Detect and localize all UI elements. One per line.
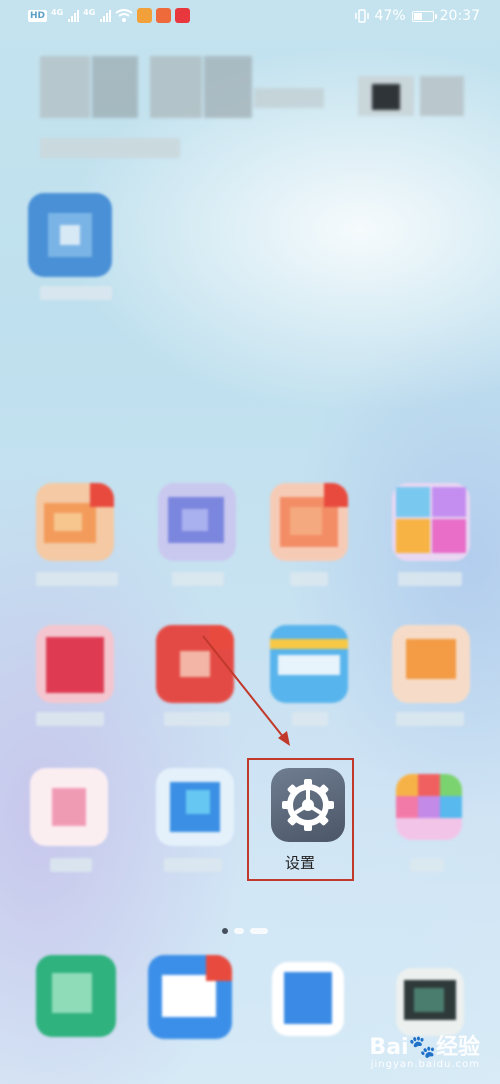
page-dot-active [222,928,228,934]
dock-messages-icon-pixelated[interactable] [148,955,232,1039]
dock-camera-icon-pixelated[interactable] [396,968,464,1036]
page-indicator[interactable] [222,928,268,934]
page-dot [234,928,244,934]
baidu-watermark: Bai🐾经验 jingyan.baidu.com [369,1029,480,1070]
paw-icon: 🐾 [408,1035,436,1060]
watermark-brand: Bai [369,1035,409,1060]
page-dot [250,928,268,934]
dock-browser-icon-pixelated[interactable] [272,962,344,1036]
dock-phone-icon-pixelated[interactable] [36,955,116,1037]
watermark-brand-suffix: 经验 [435,1035,480,1060]
watermark-url: jingyan.baidu.com [370,1059,480,1070]
annotation-arrow [202,635,290,746]
